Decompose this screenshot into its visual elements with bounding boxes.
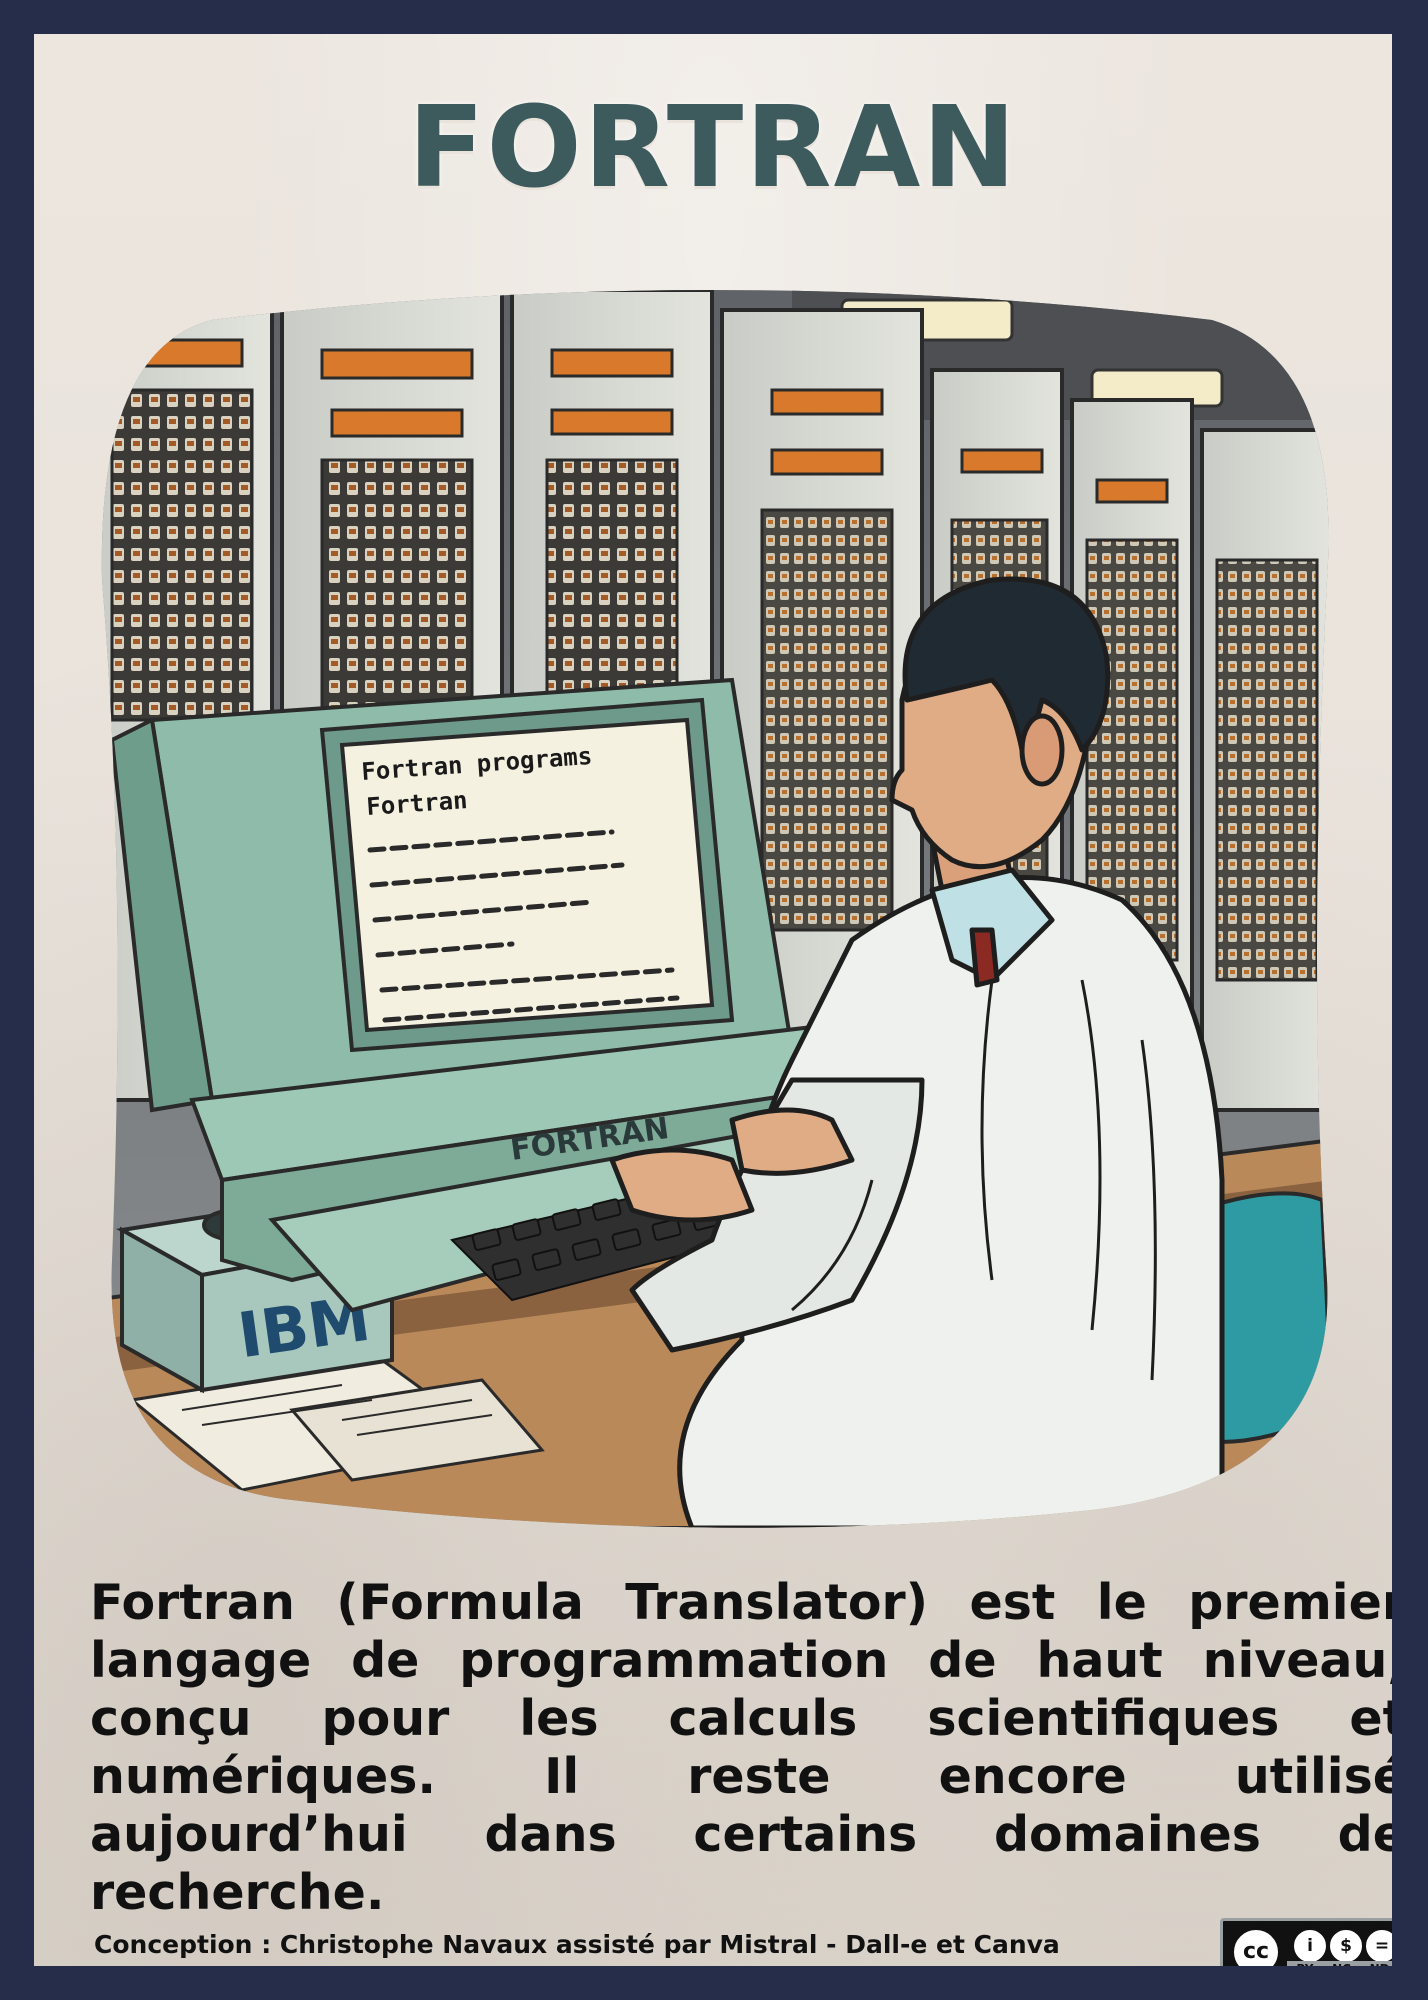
illustration: IBM Fortran programs Fortran FORTRAN [92, 280, 1332, 1528]
by-icon: i [1291, 1927, 1329, 1965]
description-text: Fortran (Formula Translator) est le prem… [90, 1574, 1392, 1921]
illustration-svg: IBM Fortran programs Fortran FORTRAN [101, 290, 1329, 1528]
license-labels: BY NC ND [1287, 1961, 1392, 1966]
license-label-nd: ND [1370, 1962, 1390, 1966]
nd-icon: = [1363, 1927, 1392, 1965]
license-label-nc: NC [1332, 1962, 1351, 1966]
license-badge[interactable]: cc i $ = BY NC ND [1220, 1918, 1392, 1966]
license-label-by: BY [1296, 1962, 1313, 1966]
poster-card: FORTRAN IBM Fortran programs Fortran FOR… [34, 34, 1392, 1966]
cc-icon: cc [1231, 1927, 1281, 1966]
poster-title: FORTRAN [408, 83, 1018, 213]
credit-line: Conception : Christophe Navaux assisté p… [94, 1930, 1060, 1959]
nc-icon: $ [1327, 1927, 1365, 1965]
